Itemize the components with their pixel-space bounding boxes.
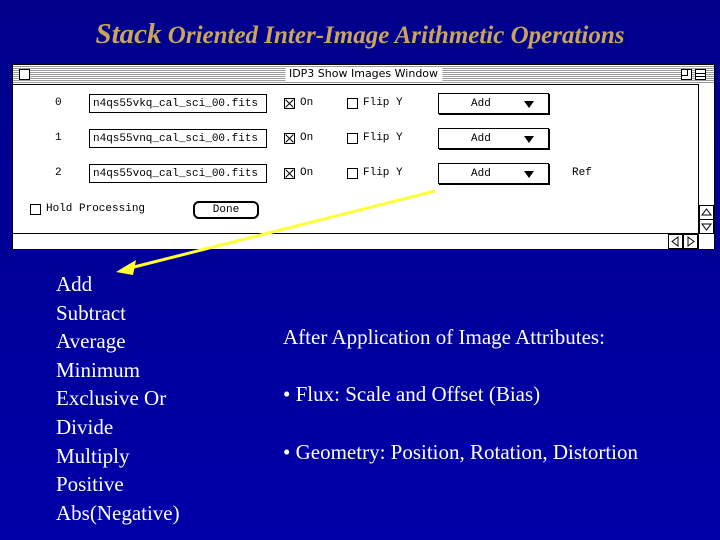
image-filename-field[interactable]: n4qs55vkq_cal_sci_00.fits	[89, 94, 267, 113]
collapse-box-icon[interactable]	[695, 69, 706, 80]
operation-popup[interactable]: Add	[438, 128, 549, 149]
title-rest: Oriented Inter-Image Arithmetic Operatio…	[161, 22, 625, 49]
on-checkbox[interactable]	[284, 168, 295, 179]
operations-list: Add Subtract Average Minimum Exclusive O…	[56, 270, 180, 527]
operation-item: Average	[56, 329, 126, 354]
operation-value: Add	[471, 98, 491, 110]
operation-item: Subtract	[56, 300, 126, 325]
down-triangle-icon	[701, 223, 712, 231]
image-row: 0 n4qs55vkq_cal_sci_00.fits On Flip Y Ad…	[13, 93, 698, 115]
on-label: On	[300, 167, 314, 179]
close-box-icon[interactable]	[19, 69, 30, 80]
hold-processing-label: Hold Processing	[46, 203, 146, 215]
flip-y-checkbox[interactable]	[347, 133, 358, 144]
operation-popup[interactable]: Add	[438, 93, 549, 114]
operation-item: Divide	[56, 414, 114, 439]
title-stack-word: Stack	[95, 18, 162, 50]
image-index: 1	[55, 132, 62, 144]
flip-y-label: Flip Y	[363, 132, 403, 144]
operation-item: Exclusive Or	[56, 386, 167, 411]
operation-item: Minimum	[56, 357, 141, 382]
scroll-up-arrow-icon[interactable]	[699, 205, 714, 220]
window-titlebar[interactable]: IDP3 Show Images Window	[13, 65, 714, 85]
scroll-right-arrow-icon[interactable]	[683, 234, 698, 249]
operation-value: Add	[471, 133, 491, 145]
reference-label: Ref	[572, 167, 592, 179]
popup-arrow-icon	[524, 101, 534, 108]
operation-item: Positive	[56, 472, 124, 497]
on-label: On	[300, 97, 314, 109]
up-triangle-icon	[701, 208, 712, 216]
left-triangle-icon	[671, 236, 679, 247]
right-triangle-icon	[687, 236, 695, 247]
geometry-bullet: • Geometry: Position, Rotation, Distorti…	[283, 440, 639, 464]
window-content: 0 n4qs55vkq_cal_sci_00.fits On Flip Y Ad…	[13, 85, 698, 233]
popup-arrow-icon	[524, 171, 534, 178]
flip-y-checkbox[interactable]	[347, 168, 358, 179]
hold-processing-checkbox[interactable]	[30, 204, 41, 215]
attributes-heading: After Application of Image Attributes:	[283, 325, 605, 349]
done-button-label: Done	[212, 204, 240, 216]
window-title: IDP3 Show Images Window	[284, 67, 443, 81]
on-checkbox[interactable]	[284, 133, 295, 144]
image-row: 1 n4qs55vnq_cal_sci_00.fits On Flip Y Ad…	[13, 128, 698, 150]
on-label: On	[300, 132, 314, 144]
image-index: 2	[55, 167, 62, 179]
idp3-show-images-window: IDP3 Show Images Window 0 n4qs55vkq_cal_…	[12, 64, 715, 250]
flip-y-checkbox[interactable]	[347, 98, 358, 109]
operation-value: Add	[471, 168, 491, 180]
operation-item: Multiply	[56, 443, 130, 468]
scroll-left-arrow-icon[interactable]	[668, 234, 683, 249]
popup-arrow-icon	[524, 136, 534, 143]
flip-y-label: Flip Y	[363, 167, 403, 179]
operation-popup[interactable]: Add	[438, 163, 549, 184]
image-row: 2 n4qs55voq_cal_sci_00.fits On Flip Y Ad…	[13, 163, 698, 185]
scroll-down-arrow-icon[interactable]	[699, 219, 714, 234]
done-button[interactable]: Done	[193, 201, 259, 219]
operation-item: Add	[56, 272, 93, 296]
image-filename-field[interactable]: n4qs55voq_cal_sci_00.fits	[89, 164, 267, 183]
zoom-box-icon[interactable]	[681, 69, 692, 80]
resize-box-icon[interactable]	[698, 233, 714, 249]
slide-title: Stack Oriented Inter-Image Arithmetic Op…	[0, 18, 720, 51]
image-filename-field[interactable]: n4qs55vnq_cal_sci_00.fits	[89, 129, 267, 148]
horizontal-scrollbar[interactable]	[13, 233, 698, 249]
operation-item: Abs(Negative)	[56, 500, 180, 525]
on-checkbox[interactable]	[284, 98, 295, 109]
flux-bullet: • Flux: Scale and Offset (Bias)	[283, 382, 541, 406]
vertical-scrollbar[interactable]	[698, 84, 714, 234]
flip-y-label: Flip Y	[363, 97, 403, 109]
image-index: 0	[55, 97, 62, 109]
